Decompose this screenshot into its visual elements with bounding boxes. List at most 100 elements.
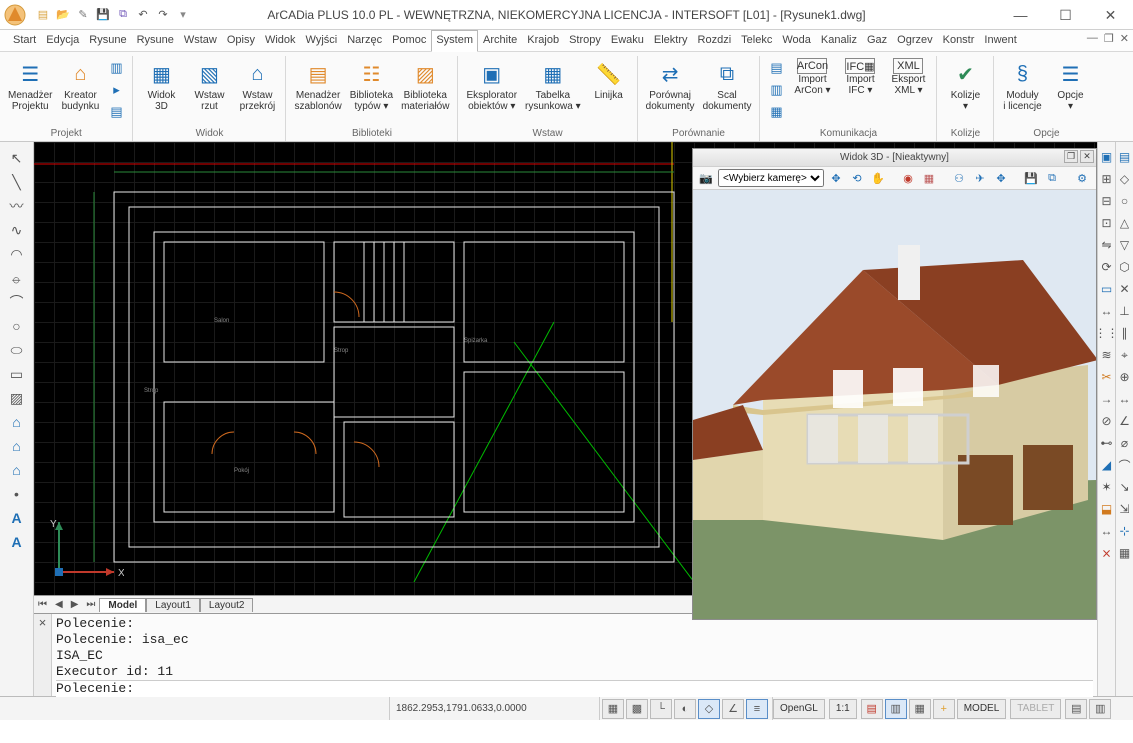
p3d-pan-icon[interactable]: ✋	[869, 169, 887, 187]
panel3d-viewport[interactable]	[693, 190, 1096, 619]
p3d-style1-icon[interactable]: ◉	[899, 169, 917, 187]
tab-opisy[interactable]: Opisy	[222, 30, 260, 51]
ribbon-item-moduly[interactable]: § Moduły i licencje	[998, 56, 1046, 114]
r1-icon-scale[interactable]: ▭	[1099, 280, 1115, 298]
p3d-camera-add-icon[interactable]: 📷	[697, 169, 715, 187]
ribbon-item-menadzer-szablonow[interactable]: ▤ Menadżer szablonów	[290, 56, 345, 114]
r1-icon-4[interactable]: ⊡	[1099, 214, 1115, 232]
tab-edycja[interactable]: Edycja	[41, 30, 84, 51]
r1-icon-1[interactable]: ▣	[1099, 148, 1115, 166]
mdi-minimize-icon[interactable]: —	[1087, 32, 1098, 45]
tool-insert-icon[interactable]: ⌂	[6, 460, 28, 480]
tool-text2-icon[interactable]: A	[6, 532, 28, 552]
r2-icon-snap2[interactable]: ○	[1117, 192, 1133, 210]
ribbon-item-eksplorator-obiektow[interactable]: ▣ Eksplorator obiektów ▾	[462, 56, 521, 114]
ribbon-item-import-arcon[interactable]: ArCon Import ArCon ▾	[788, 56, 836, 124]
save-icon[interactable]: 💾	[94, 6, 112, 24]
r2-icon-snap8[interactable]: ∥	[1117, 324, 1133, 342]
new-icon[interactable]: ▤	[34, 6, 52, 24]
tab-start[interactable]: Start	[8, 30, 41, 51]
tab-rozdzielnice[interactable]: Rozdzi	[693, 30, 737, 51]
p3d-target-icon[interactable]: ✥	[992, 169, 1010, 187]
r2-icon-snap4[interactable]: ▽	[1117, 236, 1133, 254]
r1-icon-rotate[interactable]: ⟳	[1099, 258, 1115, 276]
tool-arc2-icon[interactable]: ⦵	[6, 268, 28, 288]
ribbon-item-linijka[interactable]: 📏 Linijka	[585, 56, 633, 114]
ribbon-item-wstaw-rzut[interactable]: ▧ Wstaw rzut	[185, 56, 233, 114]
status-btn-e[interactable]: ▤	[1065, 699, 1087, 719]
saveall-icon[interactable]: ⧉	[114, 6, 132, 24]
cmd-close-icon[interactable]: ×	[34, 614, 52, 696]
ribbon-item-kolizje[interactable]: ✔ Kolizje ▾	[941, 56, 989, 114]
r2-icon-1[interactable]: ▤	[1117, 148, 1133, 166]
sheet-nav-last-icon[interactable]: ⏭	[82, 599, 99, 610]
r1-icon-measure[interactable]: ↔	[1099, 522, 1115, 540]
tab-ogrzewanie[interactable]: Ogrzev	[892, 30, 937, 51]
ribbon-item-import-ifc[interactable]: IFC▦ Import IFC ▾	[836, 56, 884, 124]
tab-inwentaryzacja[interactable]: Inwent	[979, 30, 1021, 51]
p3d-walk-icon[interactable]: ⚇	[950, 169, 968, 187]
status-btn-lwt[interactable]: ≡	[746, 699, 768, 719]
r2-icon-snap5[interactable]: ⬡	[1117, 258, 1133, 276]
ribbon-item-biblioteka-materialow[interactable]: ▨ Biblioteka materiałów	[397, 56, 453, 114]
p3d-camera-select[interactable]: <Wybierz kamerę>	[718, 169, 824, 187]
tab-widok[interactable]: Widok	[260, 30, 301, 51]
maximize-button[interactable]: ☐	[1043, 0, 1088, 30]
ribbon-item-wstaw-przekroj[interactable]: ⌂ Wstaw przekrój	[233, 56, 281, 114]
r1-icon-chamfer[interactable]: ◢	[1099, 456, 1115, 474]
r2-dim-rad-icon[interactable]: ⌀	[1117, 434, 1133, 452]
r1-icon-join[interactable]: ⊷	[1099, 434, 1115, 452]
r1-icon-stretch[interactable]: ↔	[1099, 302, 1115, 320]
tab-wyjscia[interactable]: Wyjści	[301, 30, 343, 51]
tab-telekom[interactable]: Telekc	[736, 30, 777, 51]
small-import-icon[interactable]: ▥	[766, 80, 786, 100]
sheet-nav-next-icon[interactable]: ▶	[67, 599, 83, 610]
open-icon[interactable]: 📂	[54, 6, 72, 24]
r2-leader-icon[interactable]: ↘	[1117, 478, 1133, 496]
r1-icon-offset[interactable]: ≋	[1099, 346, 1115, 364]
ribbon-item-menadzer-projektu[interactable]: ☰ Menadżer Projektu	[4, 56, 56, 124]
status-btn-polar[interactable]: ◐	[674, 699, 696, 719]
status-btn-d[interactable]: +	[933, 699, 955, 719]
p3d-settings-icon[interactable]: ⚙	[1073, 169, 1091, 187]
minimize-button[interactable]: —	[998, 0, 1043, 30]
panel3d-restore-icon[interactable]: ❐	[1064, 150, 1078, 163]
tab-narzedzia[interactable]: Narzęc	[342, 30, 387, 51]
ribbon-item-biblioteka-typow[interactable]: ☷ Biblioteka typów ▾	[346, 56, 397, 114]
status-btn-b[interactable]: ▥	[885, 699, 907, 719]
tab-rysunek2[interactable]: Rysune	[132, 30, 179, 51]
p3d-copy-icon[interactable]: ⧉	[1043, 169, 1061, 187]
tab-wstaw[interactable]: Wstaw	[179, 30, 222, 51]
r2-icon-snap7[interactable]: ⊥	[1117, 302, 1133, 320]
panel3d-close-icon[interactable]: ✕	[1080, 150, 1094, 163]
tool-text1-icon[interactable]: A	[6, 508, 28, 528]
panel3d-title[interactable]: Widok 3D - [Nieaktywny] ❐ ✕	[693, 149, 1096, 166]
r1-icon-3[interactable]: ⊟	[1099, 192, 1115, 210]
qat-dropdown-icon[interactable]: ▾	[174, 6, 192, 24]
mdi-restore-icon[interactable]: ❐	[1104, 32, 1114, 45]
tool-ellipse-icon[interactable]: ⬭	[6, 340, 28, 360]
r2-icon-snap3[interactable]: △	[1117, 214, 1133, 232]
ribbon-item-eksport-xml[interactable]: XML Eksport XML ▾	[884, 56, 932, 124]
tool-rect-icon[interactable]: ▭	[6, 364, 28, 384]
sheet-tab-layout1[interactable]: Layout1	[146, 598, 200, 612]
r2-snap-toggle-icon[interactable]: ▦	[1117, 544, 1133, 562]
r2-icon-snap1[interactable]: ◇	[1117, 170, 1133, 188]
r2-ucs-icon[interactable]: ⊹	[1117, 522, 1133, 540]
status-btn-f[interactable]: ▥	[1089, 699, 1111, 719]
status-btn-grid[interactable]: ▩	[626, 699, 648, 719]
ribbon-item-opcje[interactable]: ☰ Opcje ▾	[1046, 56, 1094, 114]
tool-polyline-icon[interactable]: 〰	[6, 196, 28, 216]
tab-krajobraz[interactable]: Krajob	[522, 30, 564, 51]
p3d-orbit-icon[interactable]: ⟲	[848, 169, 866, 187]
status-model[interactable]: MODEL	[957, 699, 1007, 719]
status-btn-osnap[interactable]: ◇	[698, 699, 720, 719]
r2-dim-ang-icon[interactable]: ∠	[1117, 412, 1133, 430]
small-sync-icon[interactable]: ▦	[766, 102, 786, 122]
tool-house-icon[interactable]: ⌂	[6, 436, 28, 456]
tool-line-icon[interactable]: ╲	[6, 172, 28, 192]
r1-icon-extend[interactable]: →	[1099, 390, 1115, 408]
r1-icon-explode[interactable]: ✶	[1099, 478, 1115, 496]
tab-system[interactable]: System	[431, 30, 478, 52]
status-btn-ortho[interactable]: └	[650, 699, 672, 719]
